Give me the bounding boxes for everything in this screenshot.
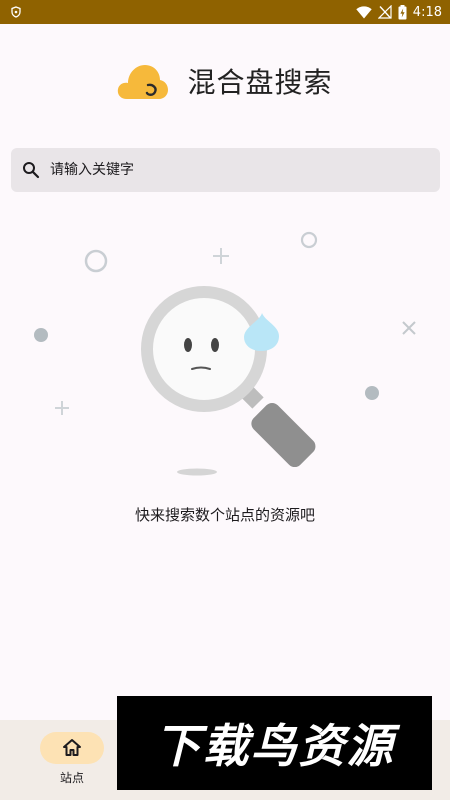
search-bar[interactable]	[11, 148, 440, 192]
decor-cross-right	[402, 321, 416, 335]
status-time: 4:18	[412, 4, 442, 20]
app-title: 混合盘搜索	[187, 66, 333, 99]
empty-search-illustration	[34, 231, 416, 476]
decor-dot-left	[34, 328, 48, 342]
magnifier-lens	[141, 286, 267, 412]
empty-state-message: 快来搜索数个站点的资源吧	[134, 506, 315, 524]
status-bar: 4:18	[0, 0, 450, 24]
app-screen: 4:18 混合盘搜索 请输入关键字 快来搜索数个站点的资源吧 站点 下载鸟资源	[0, 0, 450, 800]
magnifier-handle	[251, 402, 316, 468]
decor-plus-left	[55, 401, 69, 415]
face-eye-right	[211, 338, 219, 352]
decor-plus-top	[213, 248, 229, 264]
status-left	[10, 6, 22, 18]
decor-ring-right	[300, 231, 318, 249]
cloud-logo-icon	[118, 65, 169, 99]
magnifier-shadow	[177, 468, 217, 476]
app-header: 混合盘搜索	[0, 54, 450, 108]
wifi-icon	[356, 5, 372, 18]
nav-item-stations[interactable]: 站点	[40, 732, 104, 788]
status-right: 4:18	[356, 4, 442, 20]
nav-item-label: 站点	[59, 771, 84, 785]
search-icon	[23, 162, 40, 179]
decor-dot-right	[365, 386, 379, 400]
nav-active-indicator[interactable]	[40, 732, 104, 764]
decor-ring-left	[84, 249, 108, 273]
face-eye-left	[184, 338, 192, 352]
battery-charging-icon	[398, 4, 407, 19]
no-signal-icon	[377, 5, 392, 19]
home-icon	[63, 739, 81, 756]
shield-icon	[11, 6, 21, 18]
search-input[interactable]	[50, 155, 410, 185]
watermark-banner: 下载鸟资源	[117, 696, 432, 790]
